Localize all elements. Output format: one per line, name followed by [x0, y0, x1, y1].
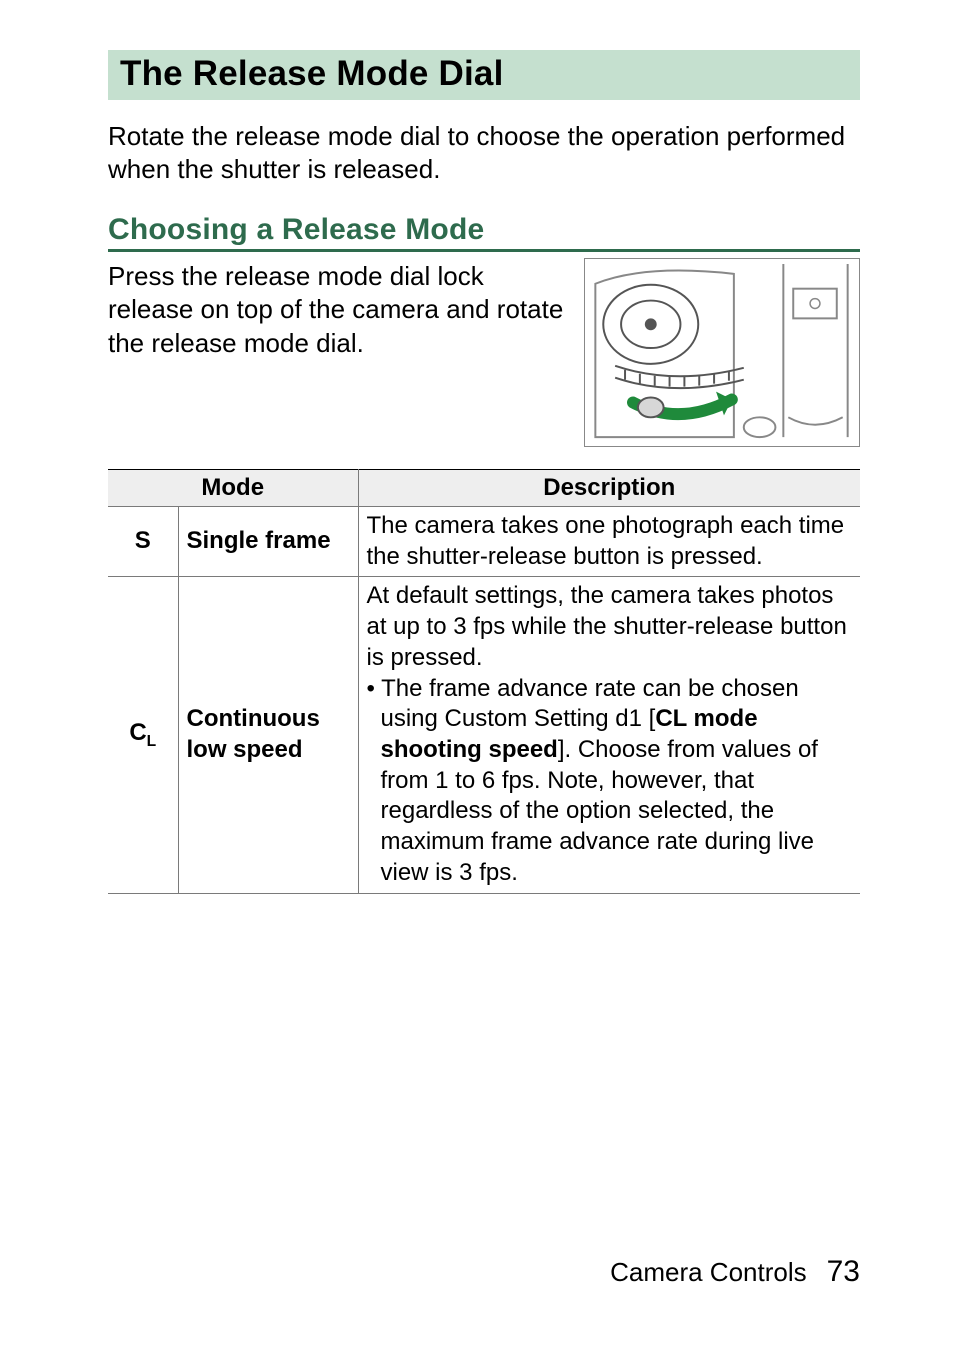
mode-description-bullet: The frame advance rate can be chosen usi… — [367, 674, 853, 889]
col-header-description: Description — [358, 470, 860, 507]
section-body: Press the release mode dial lock release… — [108, 258, 569, 360]
mode-symbol: S — [108, 507, 178, 577]
table-row: S Single frame The camera takes one phot… — [108, 507, 860, 577]
mode-description: The camera takes one photograph each tim… — [358, 507, 860, 577]
mode-label: Single frame — [178, 507, 358, 577]
mode-symbol: CL — [108, 577, 178, 893]
col-header-mode: Mode — [108, 470, 358, 507]
section-heading: Choosing a Release Mode — [108, 213, 860, 252]
camera-dial-illustration — [584, 258, 860, 447]
table-row: CL Continuous low speed At default setti… — [108, 577, 860, 893]
mode-description-line: At default settings, the camera takes ph… — [367, 581, 853, 673]
release-mode-table: Mode Description S Single frame The came… — [108, 469, 860, 894]
page-number: 73 — [827, 1255, 860, 1289]
page-title: The Release Mode Dial — [108, 50, 860, 100]
mode-label: Continuous low speed — [178, 577, 358, 893]
footer-section-label: Camera Controls — [610, 1257, 807, 1288]
table-header-row: Mode Description — [108, 470, 860, 507]
intro-text: Rotate the release mode dial to choose t… — [108, 120, 860, 185]
subsection-block: Press the release mode dial lock release… — [108, 258, 860, 447]
page-footer: Camera Controls 73 — [610, 1255, 860, 1289]
mode-description: At default settings, the camera takes ph… — [358, 577, 860, 893]
